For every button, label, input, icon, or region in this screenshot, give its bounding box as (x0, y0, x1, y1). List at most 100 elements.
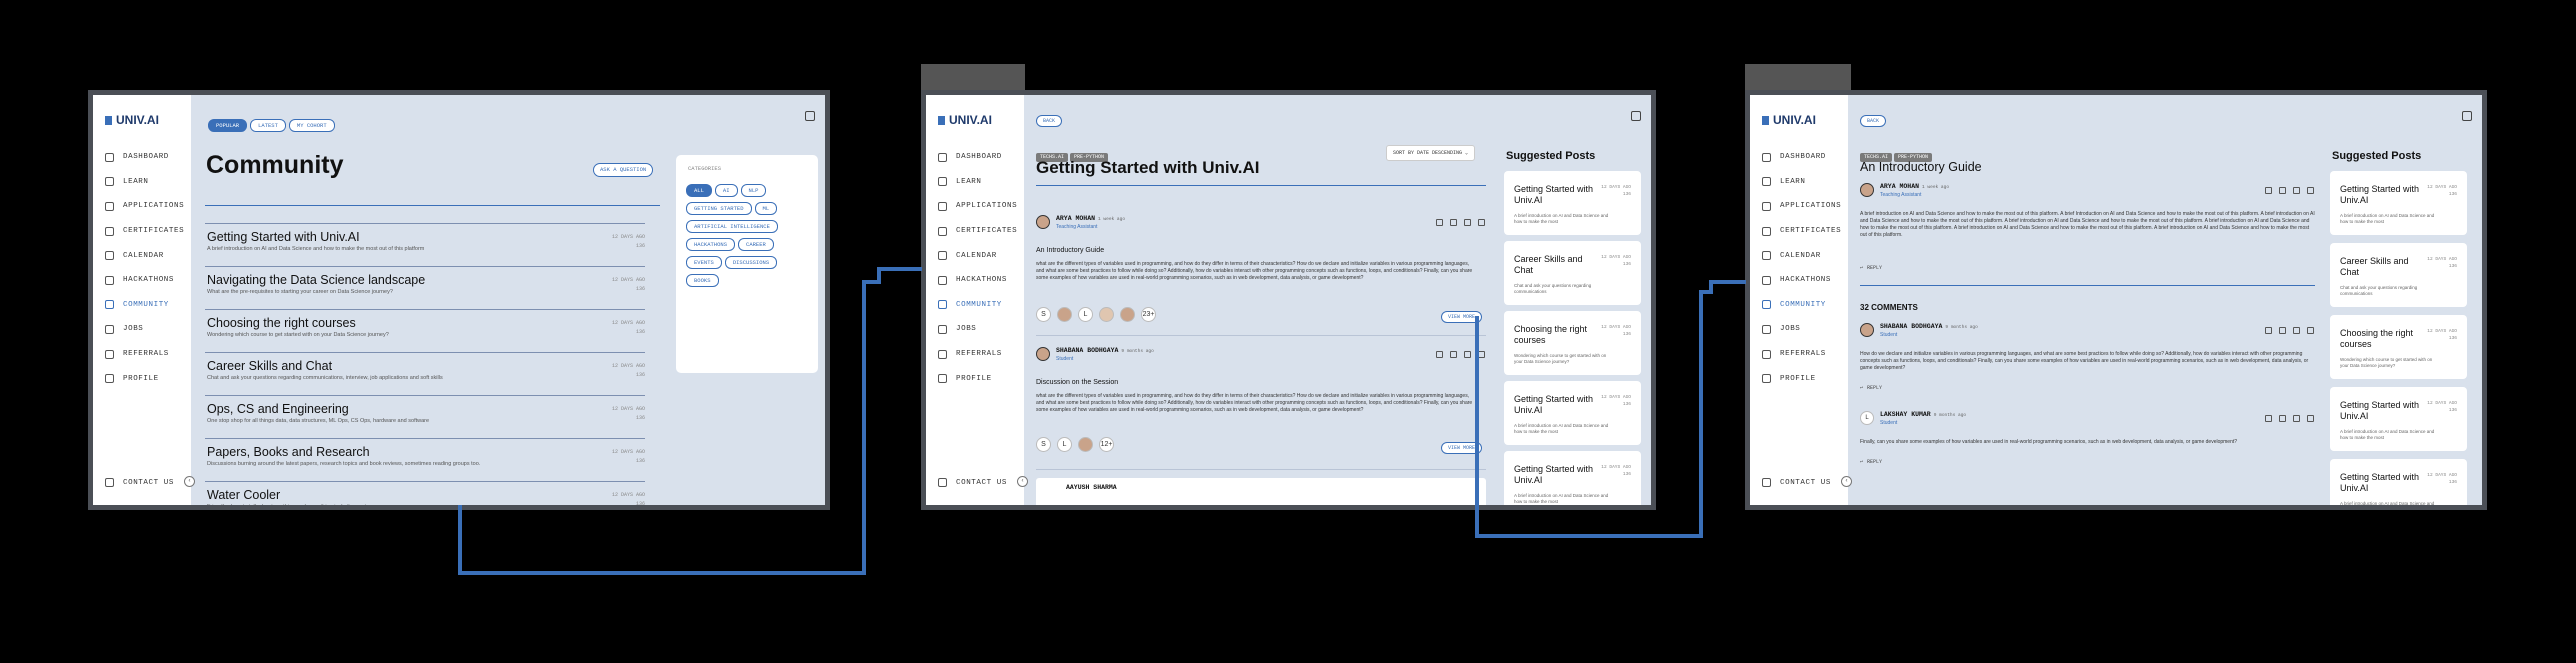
participant-avatar[interactable]: S (1036, 437, 1051, 452)
sidebar-item-certificates[interactable]: CERTIFICATES (1762, 219, 1841, 244)
post-row[interactable]: Career Skills and Chat Chat and ask your… (205, 352, 645, 395)
post-row[interactable]: Choosing the right courses Wondering whi… (205, 309, 645, 352)
suggested-card[interactable]: Getting Started with Univ.AI 12 DAYS AGO 1… (1504, 451, 1641, 505)
sidebar-item-profile[interactable]: PROFILE (105, 366, 184, 391)
sidebar-item-certificates[interactable]: CERTIFICATES (105, 219, 184, 244)
sidebar-item-learn[interactable]: LEARN (105, 170, 184, 195)
link-icon[interactable] (1436, 219, 1443, 226)
share-icon[interactable] (1478, 219, 1485, 226)
post-row[interactable]: Navigating the Data Science landscape Wh… (205, 266, 645, 309)
sidebar-item-calendar[interactable]: CALENDAR (1762, 243, 1841, 268)
link-icon[interactable] (2265, 415, 2272, 422)
suggested-card[interactable]: Career Skills and Chat 12 DAYS AGO 136 Chat… (2330, 243, 2467, 307)
bookmark-icon[interactable] (2279, 415, 2286, 422)
participant-count[interactable]: 23+ (1141, 307, 1156, 322)
participant-avatar[interactable]: S (1036, 307, 1051, 322)
sidebar-item-referrals[interactable]: REFERRALS (1762, 342, 1841, 367)
sidebar-item-profile[interactable]: PROFILE (1762, 366, 1841, 391)
link-icon[interactable] (2265, 187, 2272, 194)
link-icon[interactable] (1436, 351, 1443, 358)
suggested-card[interactable]: Getting Started with Univ.AI 12 DAYS AGO 1… (2330, 459, 2467, 505)
sidebar-item-referrals[interactable]: REFERRALS (938, 342, 1017, 367)
sidebar-item-jobs[interactable]: JOBS (105, 317, 184, 342)
suggested-card[interactable]: Career Skills and Chat 12 DAYS AGO 136 Chat… (1504, 241, 1641, 305)
participant-avatar[interactable]: L (1078, 307, 1093, 322)
share-icon[interactable] (2307, 327, 2314, 334)
sidebar-item-community[interactable]: COMMUNITY (1762, 293, 1841, 318)
sidebar-item-calendar[interactable]: CALENDAR (105, 243, 184, 268)
bookmark-icon[interactable] (1450, 219, 1457, 226)
suggested-card[interactable]: Getting Started with Univ.AI 12 DAYS AGO 1… (2330, 387, 2467, 451)
sidebar-item-dashboard[interactable]: DASHBOARD (938, 145, 1017, 170)
contact-us[interactable]: CONTACT US (105, 478, 174, 487)
category-ai[interactable]: AI (714, 184, 738, 197)
participant-avatar[interactable] (1099, 307, 1114, 322)
avatar[interactable] (1036, 215, 1050, 229)
avatar[interactable] (1036, 347, 1050, 361)
suggested-card[interactable]: Getting Started with Univ.AI 12 DAYS AGO 1… (1504, 171, 1641, 235)
notification-icon[interactable] (805, 111, 815, 121)
category-ml[interactable]: ML (754, 202, 778, 215)
ask-question-button[interactable]: ASK A QUESTION (593, 163, 654, 177)
reply-button[interactable]: ↩ REPLY (1860, 385, 1882, 391)
category-books[interactable]: BOOKS (686, 274, 719, 287)
next-thread[interactable]: AAYUSH SHARMA (1036, 478, 1486, 505)
suggested-card[interactable]: Choosing the right courses 12 DAYS AGO 136… (2330, 315, 2467, 379)
post-row[interactable]: Ops, CS and Engineering One stop shop fo… (205, 395, 645, 438)
avatar[interactable]: L (1860, 411, 1874, 425)
contact-us[interactable]: CONTACT US (1762, 478, 1831, 487)
sidebar-item-dashboard[interactable]: DASHBOARD (1762, 145, 1841, 170)
category-nlp[interactable]: NLP (740, 184, 767, 197)
tab-latest[interactable]: LATEST (250, 119, 286, 132)
bookmark-icon[interactable] (1450, 351, 1457, 358)
share-icon[interactable] (2307, 187, 2314, 194)
share-icon[interactable] (1478, 351, 1485, 358)
participant-count[interactable]: 12+ (1099, 437, 1114, 452)
logo[interactable]: UNIV.AI (1762, 113, 1816, 127)
notification-icon[interactable] (1631, 111, 1641, 121)
link-icon[interactable] (2265, 327, 2272, 334)
like-icon[interactable] (2293, 327, 2300, 334)
sidebar-item-applications[interactable]: APPLICATIONS (938, 194, 1017, 219)
category-events[interactable]: EVENTS (686, 256, 722, 269)
sidebar-item-hackathons[interactable]: HACKATHONS (1762, 268, 1841, 293)
tab-my-cohort[interactable]: MY COHORT (288, 119, 335, 132)
sidebar-item-certificates[interactable]: CERTIFICATES (938, 219, 1017, 244)
sidebar-item-learn[interactable]: LEARN (938, 170, 1017, 195)
category-artificial-intelligence[interactable]: ARTIFICIAL INTELLIGENCE (686, 220, 778, 233)
participant-avatar[interactable] (1057, 307, 1072, 322)
sidebar-item-profile[interactable]: PROFILE (938, 366, 1017, 391)
category-hackathons[interactable]: HACKATHONS (686, 238, 736, 251)
bookmark-icon[interactable] (2279, 187, 2286, 194)
like-icon[interactable] (1464, 351, 1471, 358)
reply-button[interactable]: ↩ REPLY (1860, 459, 1882, 465)
sidebar-item-applications[interactable]: APPLICATIONS (1762, 194, 1841, 219)
sidebar-item-dashboard[interactable]: DASHBOARD (105, 145, 184, 170)
sidebar-item-calendar[interactable]: CALENDAR (938, 243, 1017, 268)
sort-dropdown[interactable]: SORT BY DATE DESCENDING ⌄ (1386, 145, 1476, 161)
sidebar-item-community[interactable]: COMMUNITY (105, 293, 184, 318)
sidebar-item-community[interactable]: COMMUNITY (938, 293, 1017, 318)
sidebar-item-jobs[interactable]: JOBS (1762, 317, 1841, 342)
collapse-sidebar-icon[interactable]: ‹ (1017, 476, 1028, 487)
avatar[interactable] (1860, 183, 1874, 197)
notification-icon[interactable] (2462, 111, 2472, 121)
post-row[interactable]: Papers, Books and Research Discussions b… (205, 438, 645, 481)
category-discussions[interactable]: DISCUSSIONS (724, 256, 778, 269)
tab-popular[interactable]: POPULAR (208, 119, 248, 132)
logo[interactable]: UNIV.AI (105, 113, 159, 127)
back-button[interactable]: BACK (1036, 115, 1063, 127)
participant-avatar[interactable] (1078, 437, 1093, 452)
back-button[interactable]: BACK (1860, 115, 1887, 127)
suggested-card[interactable]: Getting Started with Univ.AI 12 DAYS AGO 1… (2330, 171, 2467, 235)
like-icon[interactable] (2293, 187, 2300, 194)
collapse-sidebar-icon[interactable]: ‹ (184, 476, 195, 487)
sidebar-item-hackathons[interactable]: HACKATHONS (938, 268, 1017, 293)
reply-button[interactable]: ↩ REPLY (1860, 265, 1882, 271)
share-icon[interactable] (2307, 415, 2314, 422)
sidebar-item-applications[interactable]: APPLICATIONS (105, 194, 184, 219)
post-row[interactable]: Getting Started with Univ.AI A brief int… (205, 223, 645, 266)
participant-avatar[interactable] (1120, 307, 1135, 322)
contact-us[interactable]: CONTACT US (938, 478, 1007, 487)
like-icon[interactable] (1464, 219, 1471, 226)
